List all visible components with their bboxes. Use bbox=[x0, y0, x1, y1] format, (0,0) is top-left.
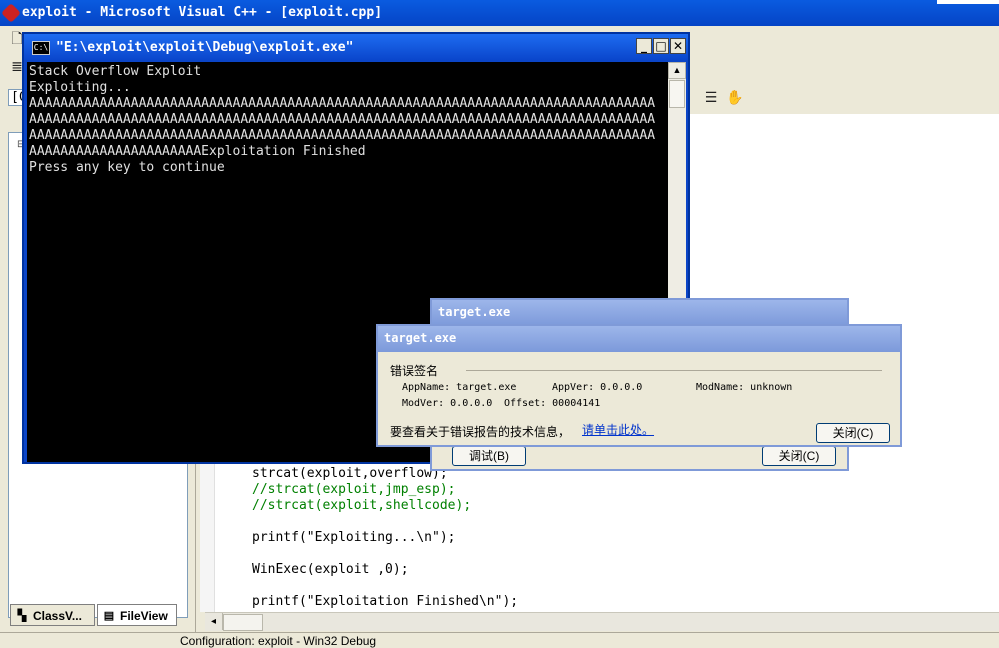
tab-classview[interactable]: ▚ ClassV... bbox=[10, 604, 95, 626]
status-text: Configuration: exploit - Win32 Debug bbox=[180, 634, 377, 648]
console-line: Stack Overflow Exploit bbox=[29, 64, 202, 79]
main-window-title: exploit - Microsoft Visual C++ - [exploi… bbox=[22, 5, 383, 20]
console-line: Press any key to continue bbox=[29, 160, 225, 175]
console-title: "E:\exploit\exploit\Debug\exploit.exe" bbox=[56, 40, 354, 55]
dialog-title-bar[interactable]: target.exe bbox=[378, 326, 900, 352]
code-line: printf("Exploitation Finished\n"); bbox=[252, 594, 519, 609]
dialog-title-bar[interactable]: target.exe bbox=[432, 300, 847, 326]
console-line: AAAAAAAAAAAAAAAAAAAAAAAAAAAAAAAAAAAAAAAA… bbox=[29, 112, 656, 127]
error-dialog-front[interactable]: target.exe 错误签名 AppName: target.exe AppV… bbox=[376, 324, 902, 447]
title-bar-corner bbox=[937, 0, 999, 4]
scroll-up-icon[interactable]: ▲ bbox=[668, 62, 686, 79]
minimize-button[interactable]: _ bbox=[636, 38, 652, 54]
tab-fileview-label: FileView bbox=[120, 609, 168, 623]
app-ver-value: AppVer: 0.0.0.0 bbox=[552, 382, 643, 393]
visual-cpp-icon bbox=[1, 3, 21, 23]
status-bar: Configuration: exploit - Win32 Debug bbox=[0, 632, 999, 648]
dialog-title: target.exe bbox=[384, 331, 457, 345]
code-line: WinExec(exploit ,0); bbox=[252, 562, 409, 577]
console-title-bar[interactable]: C:\ "E:\exploit\exploit\Debug\exploit.ex… bbox=[24, 34, 688, 60]
scrollbar-thumb[interactable] bbox=[223, 614, 263, 631]
close-button[interactable]: 关闭(C) bbox=[762, 446, 836, 466]
code-line: printf("Exploiting...\n"); bbox=[252, 530, 456, 545]
debug-button[interactable]: 调试(B) bbox=[452, 446, 526, 466]
tab-fileview[interactable]: ▤ FileView bbox=[97, 604, 177, 626]
code-comment-line: //strcat(exploit,jmp_esp); bbox=[252, 482, 456, 497]
technical-info-link[interactable]: 请单击此处。 bbox=[582, 421, 654, 438]
console-line: AAAAAAAAAAAAAAAAAAAAAAAAAAAAAAAAAAAAAAAA… bbox=[29, 96, 656, 111]
console-icon: C:\ bbox=[32, 41, 50, 55]
maximize-button[interactable]: □ bbox=[653, 38, 669, 54]
mod-name-value: ModName: unknown bbox=[696, 382, 793, 393]
scroll-left-icon[interactable]: ◂ bbox=[205, 613, 223, 630]
mod-ver-value: ModVer: 0.0.0.0 bbox=[402, 398, 493, 409]
console-line: AAAAAAAAAAAAAAAAAAAAAAAAAAAAAAAAAAAAAAAA… bbox=[29, 128, 656, 143]
hand-icon[interactable]: ✋ bbox=[726, 89, 744, 107]
list-members-icon[interactable]: ☰ bbox=[702, 89, 720, 107]
console-line: AAAAAAAAAAAAAAAAAAAAAAExploitation Finis… bbox=[29, 144, 366, 159]
dialog-title: target.exe bbox=[438, 305, 511, 319]
close-button[interactable]: 关闭(C) bbox=[816, 423, 890, 443]
fileview-icon: ▤ bbox=[103, 610, 115, 622]
technical-info-text: 要查看关于错误报告的技术信息， bbox=[390, 425, 571, 439]
app-name-value: AppName: target.exe bbox=[402, 382, 517, 393]
classview-icon: ▚ bbox=[17, 610, 27, 622]
section-divider bbox=[466, 370, 882, 371]
close-button[interactable]: ✕ bbox=[670, 38, 686, 54]
error-signature-label: 错误签名 bbox=[390, 364, 439, 378]
tab-classview-label: ClassV... bbox=[33, 609, 82, 623]
editor-horizontal-scrollbar[interactable]: ◂ bbox=[205, 612, 999, 631]
console-line: Exploiting... bbox=[29, 80, 131, 95]
scrollbar-thumb[interactable] bbox=[669, 80, 685, 108]
main-title-bar[interactable]: exploit - Microsoft Visual C++ - [exploi… bbox=[0, 0, 999, 26]
offset-value: Offset: 00004141 bbox=[504, 398, 601, 409]
code-line: strcat(exploit,overflow); bbox=[252, 466, 448, 481]
code-comment-line: //strcat(exploit,shellcode); bbox=[252, 498, 472, 513]
